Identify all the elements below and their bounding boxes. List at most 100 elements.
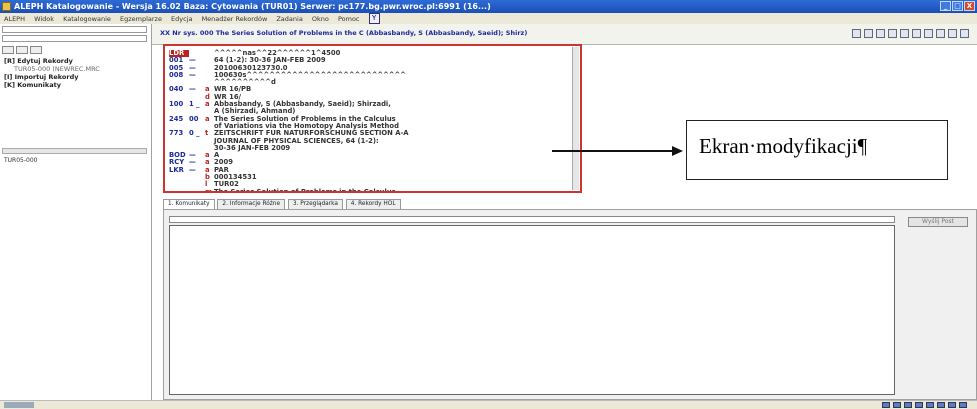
marc-tag — [169, 138, 189, 145]
maximize-button[interactable]: □ — [952, 1, 963, 11]
message-area[interactable] — [169, 225, 895, 395]
toolbar — [852, 29, 969, 38]
server-icon[interactable] — [936, 29, 945, 38]
window-title: ALEPH Katalogowanie - Wersja 16.02 Baza:… — [14, 2, 491, 11]
lower-tabs: 1. Komunikaty 2. Informacje Różne 3. Prz… — [163, 199, 583, 209]
refresh-icon[interactable] — [960, 29, 969, 38]
status-icon — [959, 402, 967, 408]
marc-value: The Series Solution of Problems in the C… — [214, 187, 396, 193]
vertical-scrollbar[interactable] — [572, 47, 579, 190]
marc-subfield-code: t — [205, 129, 209, 138]
record-editor[interactable]: LDR ^^^^^nas^^22^^^^^^1^4500 001—64 (1-2):… — [163, 44, 582, 193]
tab-hol-records[interactable]: 4. Rekordy HOL — [345, 199, 401, 209]
marc-tag: LKR — [169, 165, 184, 174]
marc-indicator — [189, 189, 205, 191]
marc-field-row[interactable]: m The Series Solution of Problems in the … — [169, 187, 409, 193]
title-bar: ALEPH Katalogowanie - Wersja 16.02 Baza:… — [0, 0, 977, 13]
marc-subfield-code — [205, 65, 214, 72]
messages-pane: Wyślij Post — [163, 209, 977, 400]
validate-icon[interactable] — [900, 29, 909, 38]
tab-misc-info[interactable]: 2. Informacje Różne — [217, 199, 286, 209]
application-window: ALEPH Katalogowanie - Wersja 16.02 Baza:… — [0, 0, 977, 409]
menu-item-okno[interactable]: Okno — [312, 15, 329, 23]
marc-subfield-code: a — [205, 100, 210, 109]
status-icon — [948, 402, 956, 408]
copy-icon[interactable] — [876, 29, 885, 38]
marc-tag — [169, 174, 189, 181]
annotation-arrow-line — [552, 150, 674, 152]
horizontal-scrollbar[interactable] — [2, 148, 147, 154]
marc-tag — [169, 189, 189, 191]
marc-subfield-code — [205, 50, 214, 57]
format-icon[interactable] — [864, 29, 873, 38]
record-tree: [R] Edytuj Rekordy TUR05-000 (NEWREC.MRC… — [4, 57, 100, 89]
annotation-arrowhead-icon — [672, 146, 683, 156]
marc-indicator: 0 _ — [189, 129, 200, 138]
marc-indicator — [189, 181, 205, 188]
menu-item-katalogowanie[interactable]: Katalogowanie — [63, 15, 111, 23]
status-icon — [882, 402, 890, 408]
menu-item-egzemplarze[interactable]: Egzemplarze — [120, 15, 162, 23]
menu-item-zadania[interactable]: Zadania — [276, 15, 302, 23]
marc-tag: 008 — [169, 70, 184, 79]
marc-tag: 100 — [169, 100, 184, 109]
marc-subfield-code — [205, 138, 214, 145]
message-input[interactable] — [169, 216, 895, 223]
menu-item-aleph[interactable]: ALEPH — [4, 15, 25, 23]
menu-item-edycja[interactable]: Edycja — [171, 15, 192, 23]
check-icon[interactable] — [924, 29, 933, 38]
marc-field-row[interactable]: 008—100630s^^^^^^^^^^^^^^^^^^^^^^^^^^^^ — [169, 70, 409, 79]
annotation-text: Ekran·modyfikacji¶ — [699, 134, 868, 158]
list-tab-icon[interactable] — [16, 46, 28, 54]
app-icon — [2, 2, 11, 11]
record-header-bar: XX Nr sys. 000 The Series Solution of Pr… — [152, 24, 977, 45]
status-icon — [904, 402, 912, 408]
tree-tab-icon[interactable] — [2, 46, 14, 54]
marc-subfield-code: a — [205, 114, 210, 123]
tab-messages[interactable]: 1. Komunikaty — [163, 199, 215, 209]
menu-item-menadzer[interactable]: Menadżer Rekordów — [202, 15, 268, 23]
tree-item-messages[interactable]: [K] Komunikaty — [4, 81, 100, 89]
marc-subfield-code — [205, 72, 214, 79]
save-icon[interactable] — [852, 29, 861, 38]
menu-bar: ALEPH Widok Katalogowanie Egzemplarze Ed… — [0, 13, 977, 24]
status-icon — [937, 402, 945, 408]
tab-browser[interactable]: 3. Przeglądarka — [287, 199, 343, 209]
marc-indicator — [189, 138, 205, 145]
status-icon — [893, 402, 901, 408]
search-input[interactable] — [2, 26, 147, 33]
expand-icon[interactable] — [912, 29, 921, 38]
marc-indicator: — — [189, 70, 196, 79]
marc-record: LDR ^^^^^nas^^22^^^^^^1^4500 001—64 (1-2):… — [169, 49, 409, 193]
close-button[interactable]: X — [964, 1, 975, 11]
tree-item-record-file[interactable]: TUR05-000 (NEWREC.MRC — [4, 65, 100, 73]
marc-tag: 773 — [169, 129, 184, 138]
filter-icon[interactable]: Y — [368, 13, 380, 24]
status-bar — [0, 400, 977, 409]
marc-tag — [169, 181, 189, 188]
marc-indicator: — — [189, 85, 196, 94]
list-item[interactable]: TUR05-000 — [4, 157, 37, 164]
marc-indicator: — — [189, 165, 196, 174]
marc-indicator: 1 _ — [189, 100, 200, 109]
marc-tag: 040 — [169, 85, 184, 94]
menu-item-widok[interactable]: Widok — [34, 15, 54, 23]
marc-indicator: 00 — [189, 114, 199, 123]
search-tab-icon[interactable] — [30, 46, 42, 54]
menu-item-pomoc[interactable]: Pomoc — [338, 15, 360, 23]
status-indicator — [4, 402, 34, 408]
marc-tag: 245 — [169, 114, 184, 123]
status-icon — [926, 402, 934, 408]
marc-field-row[interactable]: 001—64 (1-2): 30-36 JAN-FEB 2009 — [169, 56, 409, 64]
record-title: XX Nr sys. 000 The Series Solution of Pr… — [160, 29, 528, 37]
marc-indicator — [189, 174, 205, 181]
side-button[interactable]: Wyślij Post — [908, 217, 968, 227]
base-select[interactable] — [2, 35, 147, 42]
paste-icon[interactable] — [888, 29, 897, 38]
minimize-button[interactable]: _ — [940, 1, 951, 11]
annotation-box: Ekran·modyfikacji¶ — [686, 120, 948, 180]
status-icon — [915, 402, 923, 408]
print-icon[interactable] — [948, 29, 957, 38]
tree-item-edit-records[interactable]: [R] Edytuj Rekordy — [4, 57, 100, 65]
tree-item-import-records[interactable]: [I] Importuj Rekordy — [4, 73, 100, 81]
